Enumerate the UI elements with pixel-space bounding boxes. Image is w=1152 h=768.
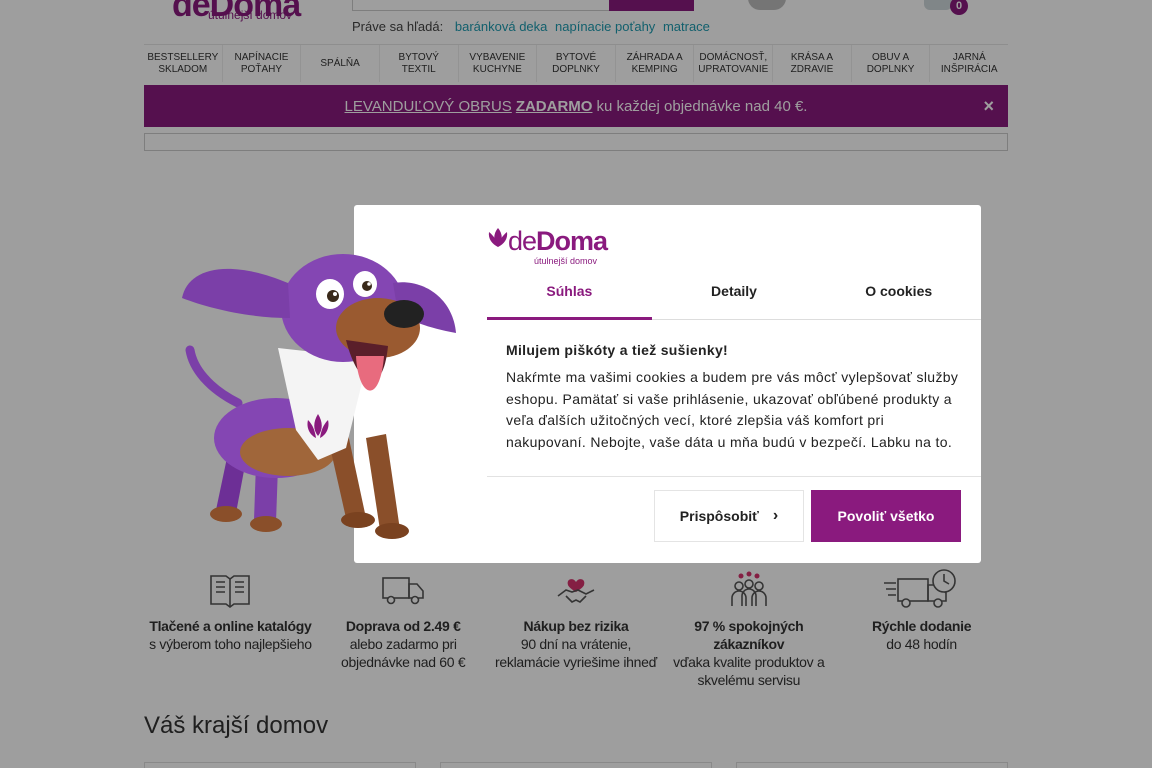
tab-detaily[interactable]: Detaily: [652, 270, 817, 319]
customize-button-label: Prispôsobiť: [679, 508, 759, 524]
dialog-logo-tagline: útulnejší domov: [534, 256, 598, 266]
cookie-description: Nakŕmte ma vašimi cookies a budem pre vá…: [506, 369, 959, 450]
divider: [487, 476, 981, 477]
chevron-right-icon: ›: [772, 507, 779, 524]
customize-button[interactable]: Prispôsobiť ›: [654, 490, 804, 542]
tab-o-cookies[interactable]: O cookies: [816, 270, 981, 319]
cookie-heading: Milujem piškóty a tiež sušienky!: [506, 342, 728, 358]
dog-mascot-illustration: [182, 254, 456, 539]
tulip-logo-icon: [488, 228, 508, 247]
allow-all-button-label: Povoliť všetko: [837, 508, 935, 524]
dialog-logo-text: deDoma: [508, 226, 608, 256]
tab-suhlas[interactable]: Súhlas: [487, 270, 652, 320]
cookie-tabs: Súhlas Detaily O cookies: [487, 270, 981, 320]
allow-all-button[interactable]: Povoliť všetko: [811, 490, 961, 542]
